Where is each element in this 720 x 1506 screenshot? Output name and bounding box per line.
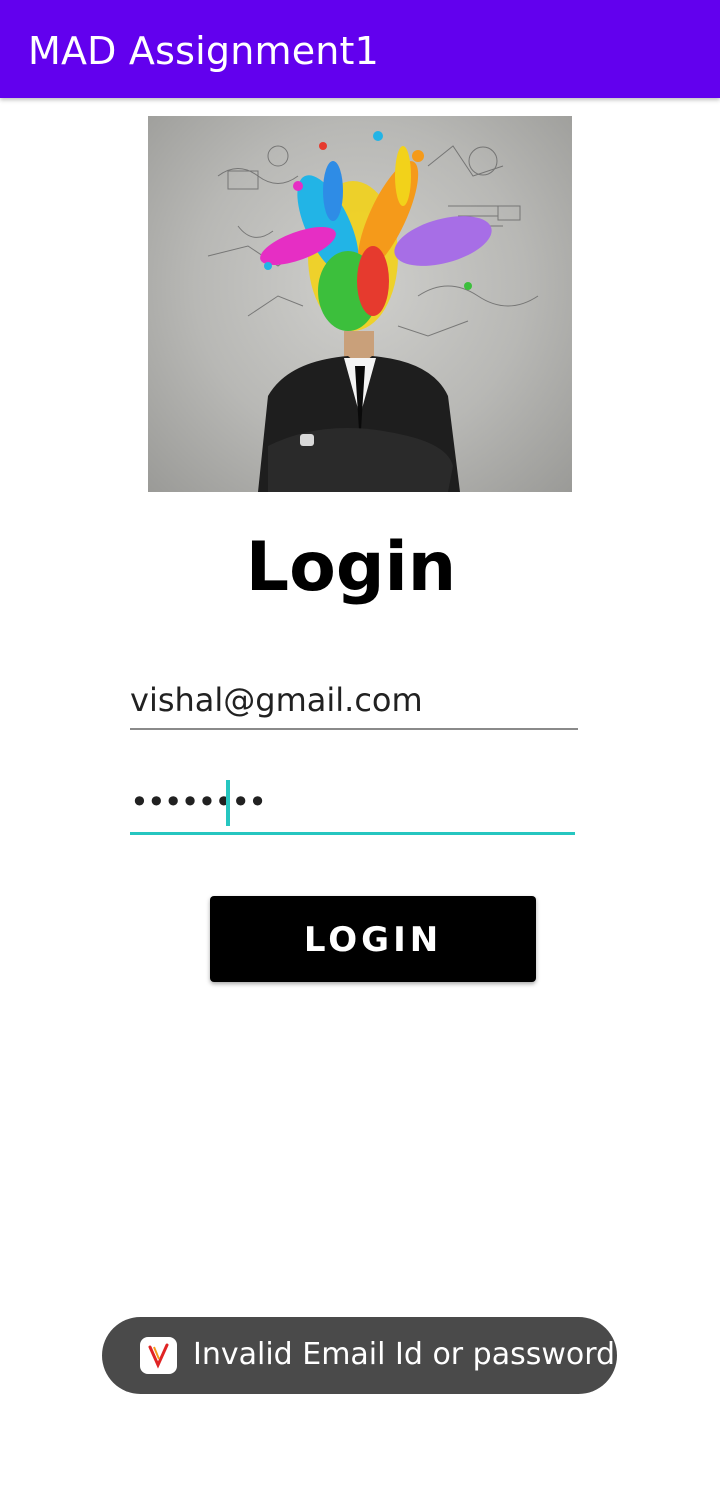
app-title: MAD Assignment1 — [28, 29, 380, 73]
toast-message: Invalid Email Id or password — [102, 1317, 617, 1394]
app-bar: MAD Assignment1 — [0, 0, 720, 98]
app-logo-icon — [140, 1337, 177, 1374]
toast-text: Invalid Email Id or password — [193, 1337, 616, 1372]
login-button[interactable]: LOGIN — [210, 896, 536, 982]
email-field[interactable]: vishal@gmail.com — [130, 672, 578, 730]
text-cursor — [226, 780, 230, 826]
page-title: Login — [245, 528, 457, 607]
email-value[interactable]: vishal@gmail.com — [130, 680, 423, 720]
password-value[interactable]: •••••••• — [130, 782, 267, 822]
password-field[interactable]: •••••••• — [130, 776, 575, 835]
hero-image — [148, 116, 572, 492]
